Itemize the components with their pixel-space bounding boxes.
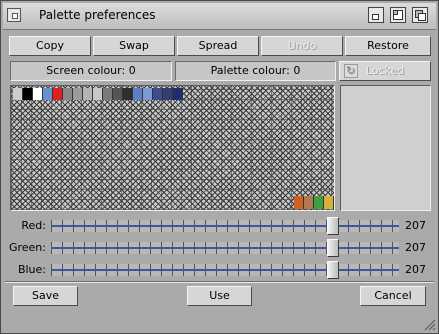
palette-top-swatches[interactable] — [13, 88, 183, 100]
locked-button[interactable]: Locked — [339, 61, 431, 81]
close-icon[interactable] — [7, 8, 21, 22]
restore-label: Restore — [367, 39, 409, 52]
palette-colour-label: Palette colour: — [210, 64, 290, 77]
palette-grid[interactable] — [10, 85, 335, 211]
colour-preview — [340, 85, 431, 211]
iconify-icon[interactable] — [368, 7, 384, 23]
swap-button[interactable]: Swap — [93, 36, 175, 56]
blue-value: 207 — [405, 263, 426, 276]
palette-top-swatch-12[interactable] — [133, 88, 143, 100]
use-button[interactable]: Use — [187, 286, 252, 306]
palette-colour-display: Palette colour: 0 — [175, 61, 336, 81]
green-slider-row: Green: 207 — [1, 238, 438, 258]
palette-bottom-swatch-3[interactable] — [324, 196, 334, 209]
palette-top-swatch-1[interactable] — [23, 88, 33, 100]
restore-button[interactable]: Restore — [345, 36, 431, 56]
palette-bottom-swatch-2[interactable] — [314, 196, 324, 209]
depth-icon[interactable] — [412, 7, 428, 23]
zoom-icon[interactable] — [390, 7, 406, 23]
red-slider-knob[interactable] — [326, 217, 339, 235]
title-bar[interactable]: Palette preferences — [3, 3, 436, 30]
palette-bottom-swatch-1[interactable] — [304, 196, 314, 209]
palette-top-swatch-3[interactable] — [43, 88, 53, 100]
blue-label: Blue: — [17, 263, 46, 276]
red-value: 207 — [405, 219, 426, 232]
palette-top-swatch-13[interactable] — [143, 88, 153, 100]
locked-icon — [344, 62, 358, 80]
palette-top-swatch-2[interactable] — [33, 88, 43, 100]
resize-icon[interactable] — [424, 319, 436, 331]
screen-colour-display: Screen colour: 0 — [10, 61, 172, 81]
footer-divider — [5, 281, 434, 283]
palette-top-swatch-7[interactable] — [83, 88, 93, 100]
green-label: Green: — [8, 241, 46, 254]
swap-label: Swap — [119, 39, 149, 52]
green-value: 207 — [405, 241, 426, 254]
palette-top-swatch-16[interactable] — [173, 88, 183, 100]
cancel-button[interactable]: Cancel — [360, 286, 426, 306]
red-label: Red: — [21, 219, 46, 232]
palette-top-swatch-6[interactable] — [73, 88, 83, 100]
save-button[interactable]: Save — [13, 286, 78, 306]
screen-colour-value: 0 — [128, 64, 136, 77]
use-label: Use — [209, 289, 230, 302]
cancel-label: Cancel — [374, 289, 412, 302]
palette-top-swatch-0[interactable] — [13, 88, 23, 100]
copy-label: Copy — [36, 39, 64, 52]
palette-top-swatch-4[interactable] — [53, 88, 63, 100]
undo-button[interactable]: Undo — [261, 36, 343, 56]
spread-label: Spread — [198, 39, 238, 52]
palette-top-swatch-11[interactable] — [123, 88, 133, 100]
palette-top-swatch-14[interactable] — [153, 88, 163, 100]
spread-button[interactable]: Spread — [177, 36, 259, 56]
screen-colour-label: Screen colour: — [46, 64, 126, 77]
palette-preferences-window: Palette preferences Copy Swap Spread Und… — [0, 0, 439, 334]
palette-top-swatch-10[interactable] — [113, 88, 123, 100]
green-slider[interactable] — [51, 239, 399, 257]
window-title: Palette preferences — [39, 8, 156, 22]
blue-slider-knob[interactable] — [326, 261, 339, 279]
palette-top-swatch-9[interactable] — [103, 88, 113, 100]
undo-label: Undo — [287, 39, 317, 52]
palette-top-swatch-8[interactable] — [93, 88, 103, 100]
green-slider-knob[interactable] — [326, 239, 339, 257]
blue-slider-row: Blue: 207 — [1, 260, 438, 280]
red-slider[interactable] — [51, 217, 399, 235]
palette-top-swatch-5[interactable] — [63, 88, 73, 100]
red-slider-row: Red: 207 — [1, 216, 438, 236]
blue-slider[interactable] — [51, 261, 399, 279]
palette-colour-value: 0 — [293, 64, 301, 77]
palette-bottom-swatches[interactable] — [294, 196, 334, 209]
save-label: Save — [31, 289, 59, 302]
palette-top-swatch-15[interactable] — [163, 88, 173, 100]
copy-button[interactable]: Copy — [9, 36, 91, 56]
palette-bottom-swatch-0[interactable] — [294, 196, 304, 209]
locked-label: Locked — [365, 64, 405, 77]
